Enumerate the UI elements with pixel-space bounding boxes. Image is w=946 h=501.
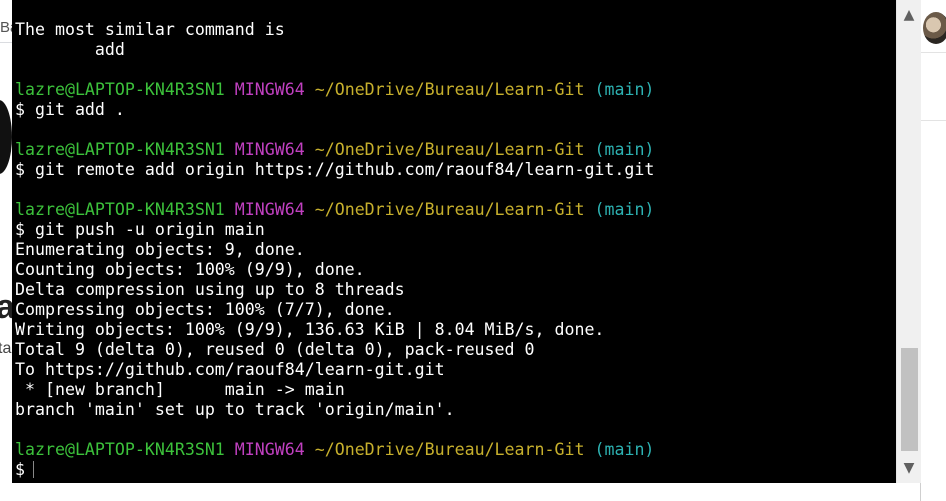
- terminal-line: lazre@LAPTOP-KN4R3SN1 MINGW64 ~/OneDrive…: [15, 80, 890, 100]
- prompt-user: lazre@LAPTOP-KN4R3SN1: [15, 80, 225, 99]
- terminal-text: Writing objects: 100% (9/9), 136.63 KiB …: [15, 320, 605, 339]
- prompt-path: ~/OneDrive/Bureau/Learn-Git: [314, 440, 585, 459]
- terminal-line: Enumerating objects: 9, done.: [15, 240, 890, 260]
- terminal-text: branch 'main' set up to track 'origin/ma…: [15, 400, 455, 419]
- terminal-text: Counting objects: 100% (9/9), done.: [15, 260, 365, 279]
- terminal-text: Delta compression using up to 8 threads: [15, 280, 405, 299]
- terminal-line: Counting objects: 100% (9/9), done.: [15, 260, 890, 280]
- terminal-text: * [new branch] main -> main: [15, 380, 345, 399]
- terminal-line: $ git push -u origin main: [15, 220, 890, 240]
- text-cursor: [33, 461, 34, 478]
- terminal-text: To https://github.com/raouf84/learn-git.…: [15, 360, 445, 379]
- terminal-text: Total 9 (delta 0), reused 0 (delta 0), p…: [15, 340, 535, 359]
- terminal-line: Writing objects: 100% (9/9), 136.63 KiB …: [15, 320, 890, 340]
- prompt-path: ~/OneDrive/Bureau/Learn-Git: [314, 80, 585, 99]
- terminal-line: Total 9 (delta 0), reused 0 (delta 0), p…: [15, 340, 890, 360]
- scrollbar-thumb[interactable]: [901, 348, 918, 451]
- divider: [920, 52, 946, 53]
- terminal-line: $ git remote add origin https://github.c…: [15, 160, 890, 180]
- terminal-line: lazre@LAPTOP-KN4R3SN1 MINGW64 ~/OneDrive…: [15, 440, 890, 460]
- prompt-user: lazre@LAPTOP-KN4R3SN1: [15, 440, 225, 459]
- background-logo-fragment: [0, 100, 12, 174]
- prompt-user: lazre@LAPTOP-KN4R3SN1: [15, 200, 225, 219]
- prompt-branch: (main): [594, 80, 655, 99]
- terminal-line: Compressing objects: 100% (7/7), done.: [15, 300, 890, 320]
- window-bottom-border: [12, 483, 920, 501]
- terminal-text: $ git add .: [15, 100, 125, 119]
- terminal-text: $ git push -u origin main: [15, 220, 265, 239]
- terminal-text: Enumerating objects: 9, done.: [15, 240, 305, 259]
- terminal-line: add: [15, 40, 890, 60]
- prompt-env: MINGW64: [234, 440, 305, 459]
- prompt-env: MINGW64: [234, 140, 305, 159]
- prompt-path: ~/OneDrive/Bureau/Learn-Git: [314, 140, 585, 159]
- terminal-scrollbar[interactable]: ▲ ▼: [896, 0, 921, 483]
- prompt-user: lazre@LAPTOP-KN4R3SN1: [15, 140, 225, 159]
- terminal-text: $ git remote add origin https://github.c…: [15, 160, 655, 179]
- terminal-line: Delta compression using up to 8 threads: [15, 280, 890, 300]
- prompt-branch: (main): [594, 140, 655, 159]
- terminal-text: $: [15, 460, 25, 479]
- prompt-env: MINGW64: [234, 80, 305, 99]
- scroll-up-arrow-icon[interactable]: ▲: [897, 0, 921, 30]
- terminal-line: To https://github.com/raouf84/learn-git.…: [15, 360, 890, 380]
- terminal-line: $: [15, 460, 890, 480]
- terminal-line: branch 'main' set up to track 'origin/ma…: [15, 400, 890, 420]
- terminal-line: lazre@LAPTOP-KN4R3SN1 MINGW64 ~/OneDrive…: [15, 140, 890, 160]
- terminal-line: The most similar command is: [15, 20, 890, 40]
- terminal-line: lazre@LAPTOP-KN4R3SN1 MINGW64 ~/OneDrive…: [15, 200, 890, 220]
- prompt-branch: (main): [594, 440, 655, 459]
- terminal-text: The most similar command is: [15, 20, 285, 39]
- background-page-right: [920, 0, 946, 501]
- scroll-down-arrow-icon[interactable]: ▼: [897, 453, 921, 483]
- terminal-window[interactable]: The most similar command is add lazre@LAP…: [12, 0, 920, 483]
- avatar[interactable]: [923, 12, 946, 44]
- prompt-env: MINGW64: [234, 200, 305, 219]
- terminal-line: $ git add .: [15, 100, 890, 120]
- terminal-text: add: [15, 40, 125, 59]
- prompt-path: ~/OneDrive/Bureau/Learn-Git: [314, 200, 585, 219]
- terminal-output[interactable]: The most similar command is add lazre@LAP…: [15, 20, 890, 480]
- terminal-line: * [new branch] main -> main: [15, 380, 890, 400]
- prompt-branch: (main): [594, 200, 655, 219]
- terminal-text: Compressing objects: 100% (7/7), done.: [15, 300, 395, 319]
- divider: [920, 120, 946, 121]
